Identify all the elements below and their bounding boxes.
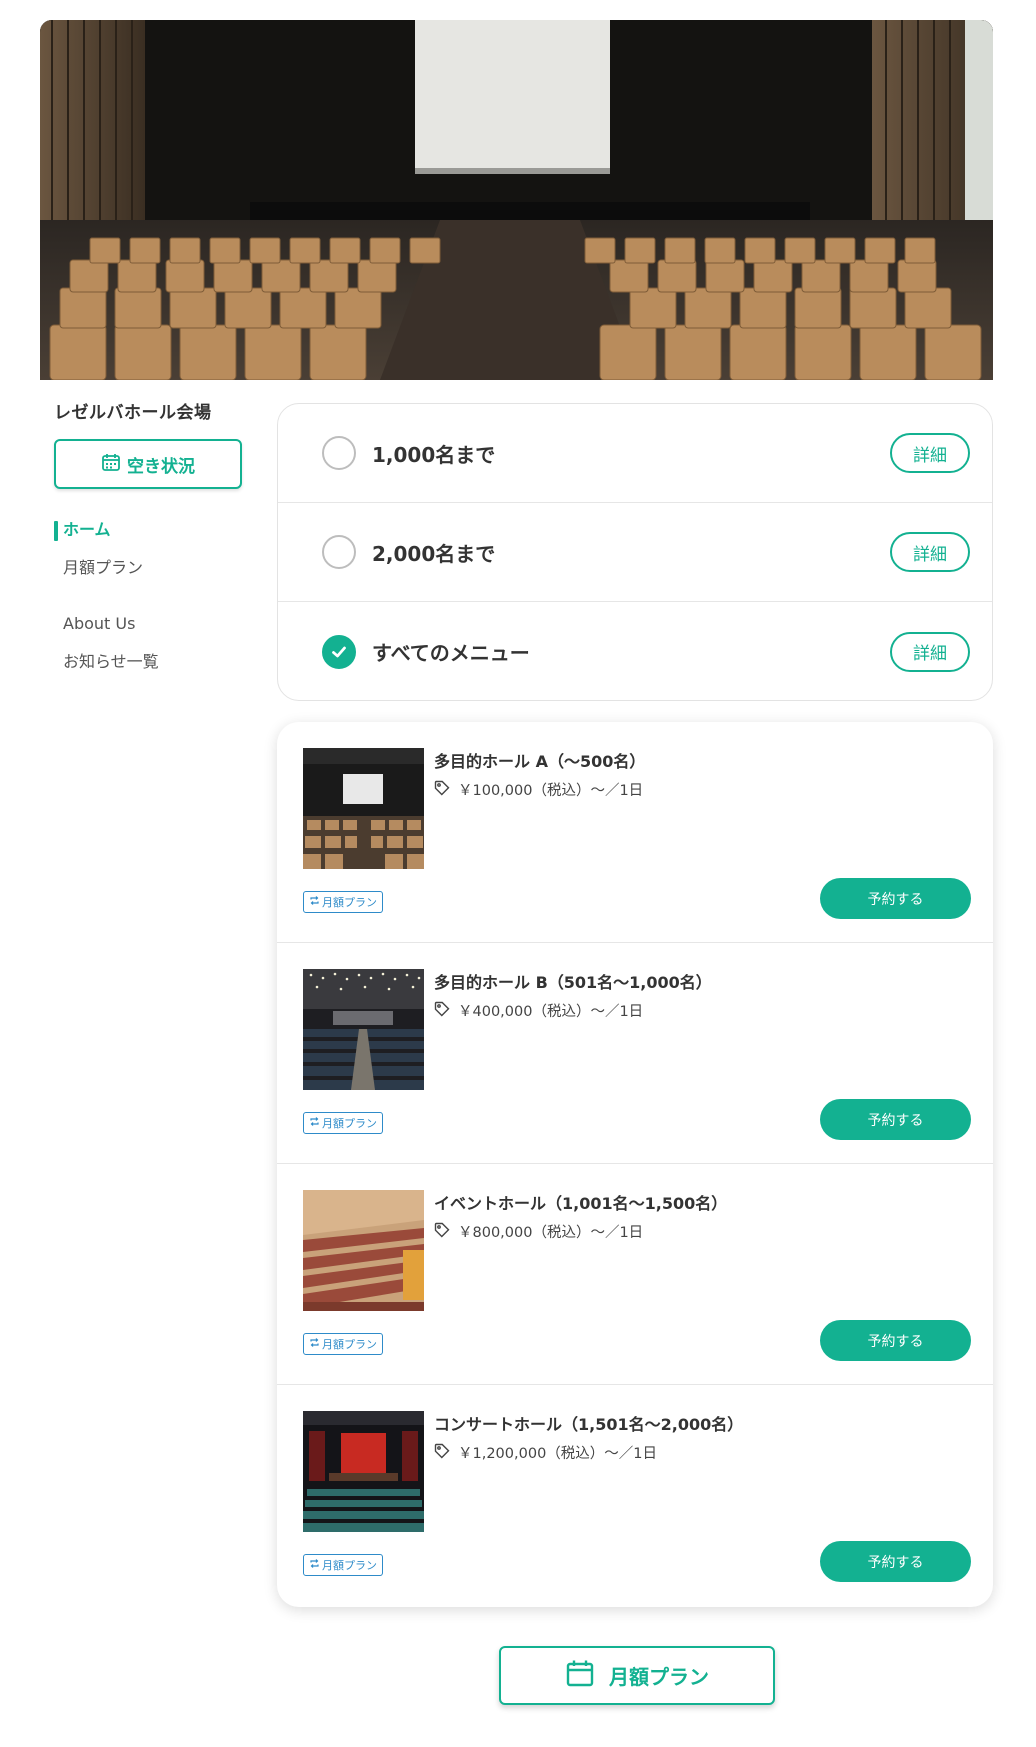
monthly-plan-button-label: 月額プラン: [609, 1665, 709, 1689]
list-item: コンサートホール（1,501名〜2,000名） ￥1,200,000（税込）〜／…: [277, 1385, 993, 1606]
badge-label: 月額プラン: [322, 1559, 377, 1572]
monthly-plan-badge: 月額プラン: [303, 1112, 383, 1134]
sidebar: レゼルバホール会場 空き状況 ホーム 月額プラン About Us お知らせ一覧: [54, 398, 254, 681]
repeat-icon: [309, 1116, 320, 1130]
hall-thumbnail[interactable]: [303, 1411, 424, 1532]
hall-listing: 多目的ホール A（〜500名） ￥100,000（税込）〜／1日 月額プラン 予…: [277, 722, 993, 1607]
monthly-plan-badge: 月額プラン: [303, 1333, 383, 1355]
capacity-filter-panel: 1,000名まで 詳細 2,000名まで 詳細 すべてのメニュー 詳細: [277, 403, 993, 701]
calendar-icon: [101, 452, 121, 477]
tag-icon: [434, 1001, 450, 1021]
radio-unchecked-icon[interactable]: [322, 436, 356, 470]
tag-icon: [434, 1443, 450, 1463]
repeat-icon: [309, 1558, 320, 1572]
hall-title[interactable]: 多目的ホール A（〜500名）: [434, 748, 645, 772]
detail-button[interactable]: 詳細: [890, 631, 970, 672]
nav-item-home[interactable]: ホーム: [54, 511, 254, 549]
hall-price: ￥400,000（税込）〜／1日: [458, 1004, 644, 1020]
list-item: イベントホール（1,001名〜1,500名） ￥800,000（税込）〜／1日 …: [277, 1164, 993, 1385]
nav-item-monthly-plan[interactable]: 月額プラン: [54, 549, 254, 587]
filter-option-label: 2,000名まで: [372, 541, 496, 566]
radio-unchecked-icon[interactable]: [322, 535, 356, 569]
badge-label: 月額プラン: [322, 896, 377, 909]
hall-thumbnail[interactable]: [303, 969, 424, 1090]
hall-title[interactable]: イベントホール（1,001名〜1,500名）: [434, 1190, 727, 1214]
price-row: ￥400,000（税込）〜／1日: [434, 1000, 643, 1021]
tag-icon: [434, 1222, 450, 1242]
price-row: ￥800,000（税込）〜／1日: [434, 1221, 643, 1242]
hall-price: ￥100,000（税込）〜／1日: [458, 783, 644, 799]
hall-title[interactable]: コンサートホール（1,501名〜2,000名）: [434, 1411, 743, 1435]
reserve-button[interactable]: 予約する: [820, 1099, 971, 1140]
repeat-icon: [309, 895, 320, 909]
sidebar-nav: ホーム 月額プラン About Us お知らせ一覧: [54, 511, 254, 681]
radio-checked-icon[interactable]: [322, 634, 356, 669]
filter-option-2000[interactable]: 2,000名まで 詳細: [278, 503, 992, 602]
hall-price: ￥800,000（税込）〜／1日: [458, 1225, 644, 1241]
monthly-plan-badge: 月額プラン: [303, 891, 383, 913]
nav-item-news[interactable]: お知らせ一覧: [54, 643, 254, 681]
availability-button[interactable]: 空き状況: [54, 439, 242, 489]
hall-thumbnail[interactable]: [303, 748, 424, 869]
reserve-button[interactable]: 予約する: [820, 878, 971, 919]
filter-option-1000[interactable]: 1,000名まで 詳細: [278, 404, 992, 503]
venue-name: レゼルバホール会場: [54, 403, 212, 423]
tag-icon: [434, 780, 450, 800]
monthly-plan-badge: 月額プラン: [303, 1554, 383, 1576]
hero-image: [40, 20, 993, 380]
filter-option-all[interactable]: すべてのメニュー 詳細: [278, 602, 992, 700]
badge-label: 月額プラン: [322, 1117, 377, 1130]
nav-item-about-us[interactable]: About Us: [54, 605, 254, 643]
filter-option-label: 1,000名まで: [372, 442, 496, 467]
reserve-button[interactable]: 予約する: [820, 1541, 971, 1582]
badge-label: 月額プラン: [322, 1338, 377, 1351]
availability-button-label: 空き状況: [127, 456, 195, 477]
price-row: ￥100,000（税込）〜／1日: [434, 779, 643, 800]
reserve-button[interactable]: 予約する: [820, 1320, 971, 1361]
monthly-plan-button[interactable]: 月額プラン: [499, 1646, 775, 1705]
price-row: ￥1,200,000（税込）〜／1日: [434, 1442, 657, 1463]
detail-button[interactable]: 詳細: [890, 433, 970, 473]
list-item: 多目的ホール A（〜500名） ￥100,000（税込）〜／1日 月額プラン 予…: [277, 722, 993, 943]
hall-thumbnail[interactable]: [303, 1190, 424, 1311]
calendar-icon: [565, 1658, 595, 1693]
hall-price: ￥1,200,000（税込）〜／1日: [458, 1446, 658, 1462]
detail-button[interactable]: 詳細: [890, 532, 970, 572]
hall-title[interactable]: 多目的ホール B（501名〜1,000名）: [434, 969, 712, 993]
list-item: 多目的ホール B（501名〜1,000名） ￥400,000（税込）〜／1日 月…: [277, 943, 993, 1164]
filter-option-label: すべてのメニュー: [372, 641, 530, 665]
repeat-icon: [309, 1337, 320, 1351]
